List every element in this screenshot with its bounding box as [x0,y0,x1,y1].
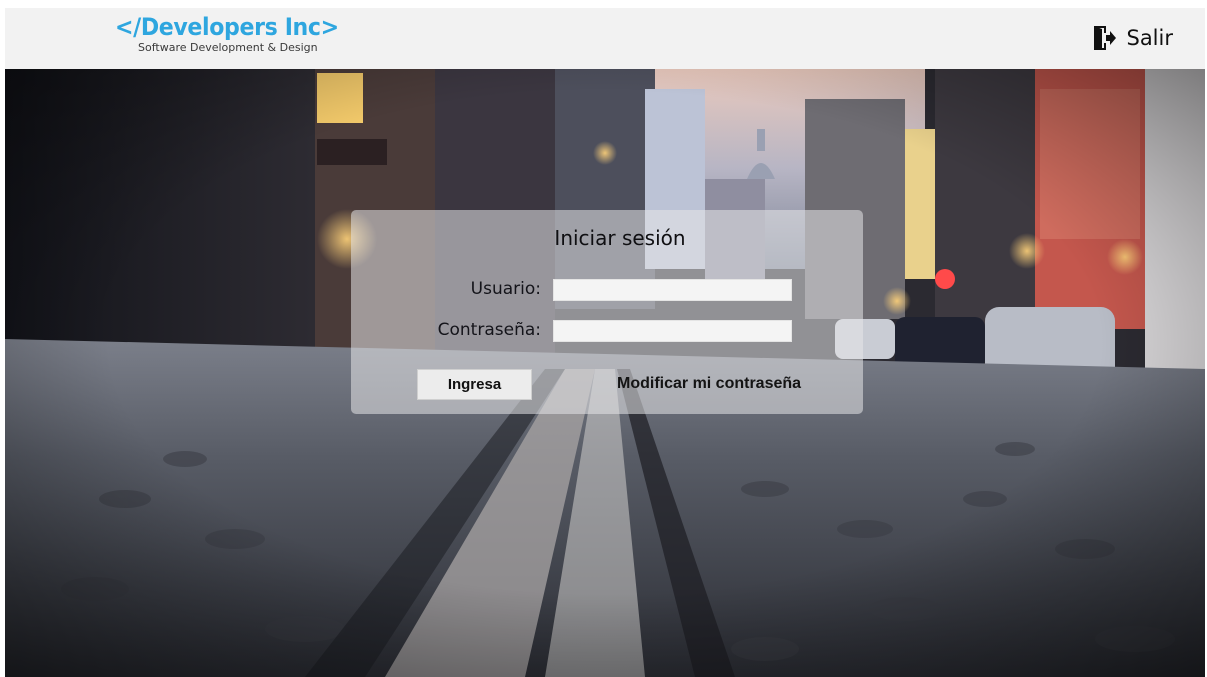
top-header: </Developers Inc> Software Development &… [5,8,1205,69]
password-label: Contraseña: [437,320,541,340]
app-frame: </Developers Inc> Software Development &… [5,8,1205,677]
username-input[interactable] [553,279,792,301]
username-label: Usuario: [470,279,541,299]
door-exit-icon [1094,26,1117,50]
logout-label: Salir [1126,26,1173,50]
logout-button[interactable]: Salir [1093,25,1173,51]
logo-title: </Developers Inc> [115,13,339,41]
change-password-link[interactable]: Modificar mi contraseña [617,375,801,393]
login-panel: Iniciar sesión Usuario: Contraseña: Ingr… [351,210,863,414]
brand-logo: </Developers Inc> Software Development &… [115,14,358,54]
login-title: Iniciar sesión [554,226,686,250]
logo-subtitle: Software Development & Design [138,41,318,54]
password-input[interactable] [553,320,792,342]
login-submit-button[interactable]: Ingresa [417,369,532,400]
